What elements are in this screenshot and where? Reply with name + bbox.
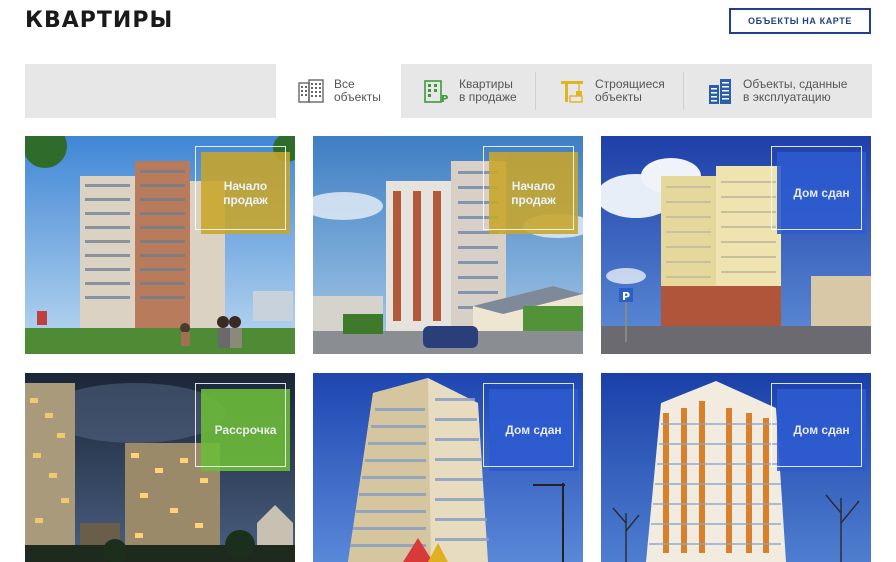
crane-icon [557,76,587,106]
tab-label: Строящиеся объекты [595,77,665,104]
building-grid-icon [296,76,326,106]
listing-card[interactable]: P Дом сдан [601,136,871,354]
badge-frame [483,146,574,230]
tab-label: Квартиры в продаже [459,77,517,104]
tab-label: Все объекты [334,77,381,104]
listing-card[interactable]: Рассрочка [25,373,295,562]
tab-under-construction[interactable]: Строящиеся объекты [557,64,677,118]
badge-frame [195,383,286,467]
tab-apartments-for-sale[interactable]: P Квартиры в продаже [421,64,531,118]
filter-bar-spacer [25,64,276,118]
tab-divider [683,72,684,110]
objects-on-map-button[interactable]: ОБЪЕКТЫ НА КАРТЕ [729,8,871,34]
filter-tabs: Все объекты P Квартиры в продаже Строящи… [25,64,872,118]
svg-text:P: P [441,94,448,104]
tab-all-objects[interactable]: Все объекты [276,64,401,118]
apartment-towers-icon [705,76,735,106]
listing-card[interactable]: Начало продаж [25,136,295,354]
page-title: КВАРТИРЫ [25,8,174,33]
badge-frame [771,383,862,467]
listing-card[interactable]: Дом сдан [313,373,583,562]
svg-text:P: P [622,290,630,303]
badge-frame [483,383,574,467]
building-parking-icon: P [421,76,451,106]
tab-commissioned-objects[interactable]: Объекты, сданные в эксплуатацию [705,64,872,118]
tab-label: Объекты, сданные в эксплуатацию [743,77,848,104]
badge-frame [195,146,286,230]
badge-frame [771,146,862,230]
tab-divider [535,72,536,110]
listing-card[interactable]: Начало продаж [313,136,583,354]
listing-card[interactable]: Дом сдан [601,373,871,562]
